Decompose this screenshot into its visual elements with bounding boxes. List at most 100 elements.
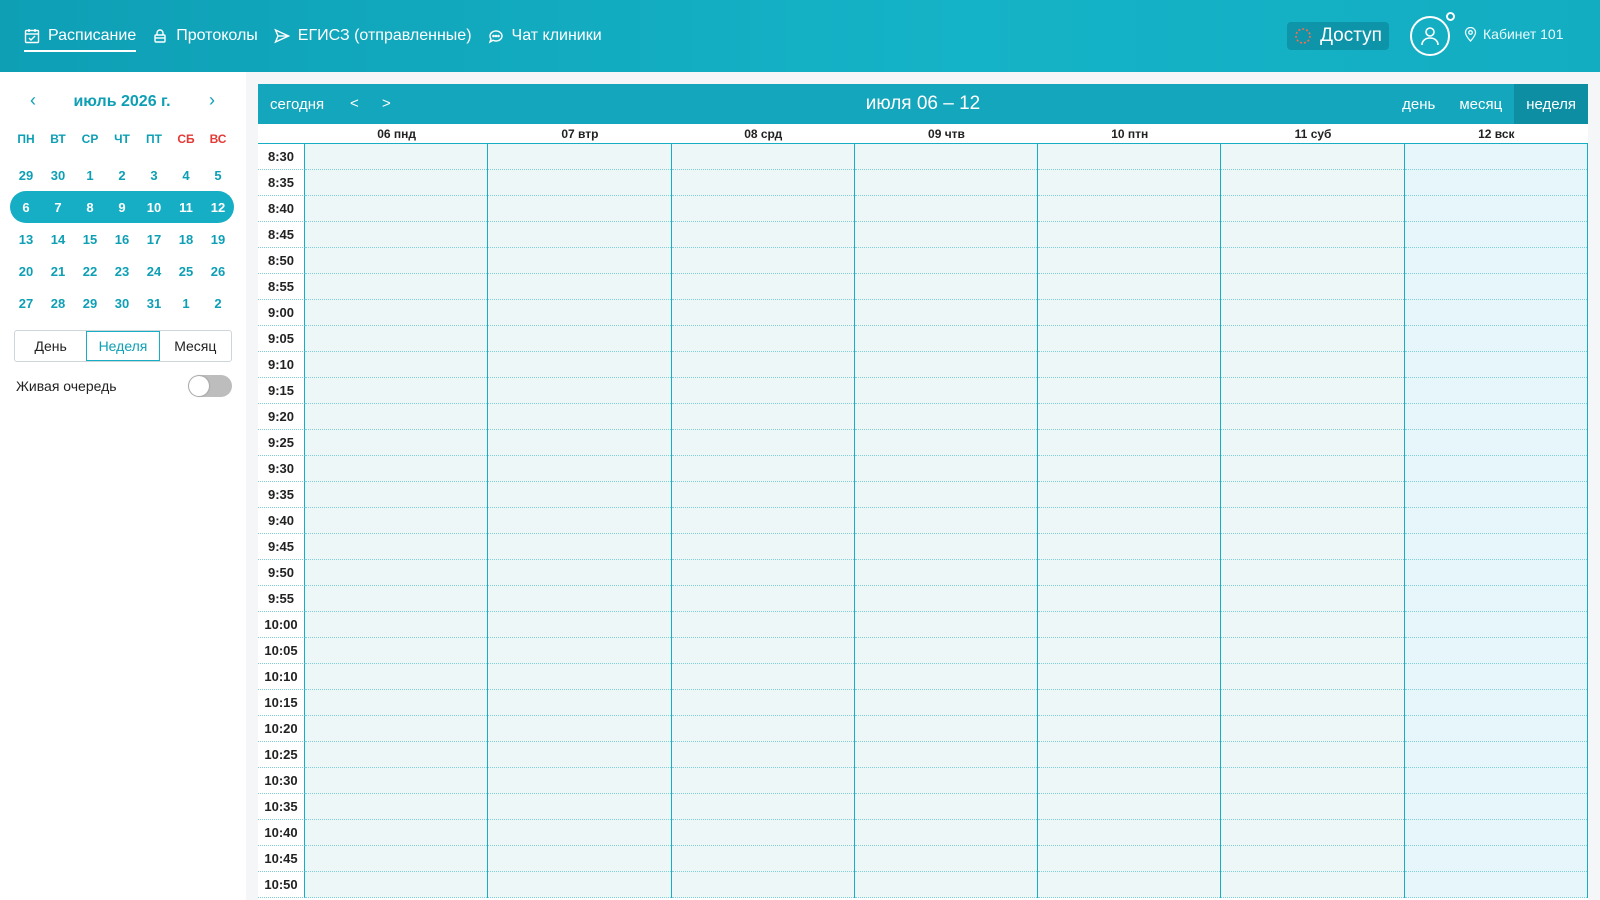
time-slot[interactable]	[671, 248, 854, 274]
time-slot[interactable]	[488, 768, 671, 794]
time-slot[interactable]	[305, 638, 488, 664]
time-slot[interactable]	[488, 144, 671, 170]
time-slot[interactable]	[1038, 742, 1221, 768]
time-slot[interactable]	[1404, 742, 1587, 768]
time-slot[interactable]	[305, 378, 488, 404]
mini-calendar-day[interactable]: 3	[138, 168, 170, 183]
time-slot[interactable]	[671, 300, 854, 326]
time-slot[interactable]	[488, 222, 671, 248]
time-slot[interactable]	[1404, 690, 1587, 716]
time-slot[interactable]	[1221, 274, 1404, 300]
mini-calendar-day[interactable]: 5	[202, 168, 234, 183]
time-slot[interactable]	[488, 638, 671, 664]
time-slot[interactable]	[671, 768, 854, 794]
time-slot[interactable]	[671, 716, 854, 742]
time-slot[interactable]	[1404, 560, 1587, 586]
time-slot[interactable]	[671, 794, 854, 820]
mini-calendar-prev-button[interactable]: ‹	[23, 90, 43, 111]
time-slot[interactable]	[854, 170, 1038, 196]
time-slot[interactable]	[671, 456, 854, 482]
time-slot[interactable]	[488, 846, 671, 872]
mini-calendar-day[interactable]: 10	[138, 200, 170, 215]
time-slot[interactable]	[671, 820, 854, 846]
time-slot[interactable]	[671, 638, 854, 664]
time-slot[interactable]	[671, 352, 854, 378]
time-slot[interactable]	[488, 456, 671, 482]
time-slot[interactable]	[305, 326, 488, 352]
time-slot[interactable]	[671, 508, 854, 534]
time-slot[interactable]	[1038, 144, 1221, 170]
time-slot[interactable]	[854, 846, 1038, 872]
time-slot[interactable]	[305, 274, 488, 300]
time-slot[interactable]	[1038, 664, 1221, 690]
time-slot[interactable]	[1404, 846, 1587, 872]
time-slot[interactable]	[488, 690, 671, 716]
time-slot[interactable]	[854, 378, 1038, 404]
time-slot[interactable]	[1221, 742, 1404, 768]
time-slot[interactable]	[305, 820, 488, 846]
time-slot[interactable]	[1038, 716, 1221, 742]
time-slot[interactable]	[671, 404, 854, 430]
mini-calendar-day[interactable]: 23	[106, 264, 138, 279]
time-slot[interactable]	[305, 846, 488, 872]
time-slot[interactable]	[1038, 846, 1221, 872]
time-slot[interactable]	[671, 612, 854, 638]
time-slot[interactable]	[1038, 586, 1221, 612]
time-slot[interactable]	[854, 560, 1038, 586]
time-slot[interactable]	[305, 716, 488, 742]
time-slot[interactable]	[671, 690, 854, 716]
time-slot[interactable]	[1221, 378, 1404, 404]
time-slot[interactable]	[305, 586, 488, 612]
time-slot[interactable]	[854, 586, 1038, 612]
location-selector[interactable]: Кабинет 101	[1463, 26, 1564, 42]
time-slot[interactable]	[1404, 326, 1587, 352]
time-slot[interactable]	[671, 586, 854, 612]
view-switch-option[interactable]: Месяц	[160, 331, 231, 361]
time-slot[interactable]	[305, 794, 488, 820]
time-slot[interactable]	[1221, 716, 1404, 742]
time-slot[interactable]	[671, 482, 854, 508]
live-queue-toggle[interactable]	[188, 375, 232, 397]
time-slot[interactable]	[488, 742, 671, 768]
time-slot[interactable]	[854, 144, 1038, 170]
nav-protocols[interactable]: Протоколы	[152, 20, 258, 52]
mini-calendar-day[interactable]: 19	[202, 232, 234, 247]
time-slot[interactable]	[305, 404, 488, 430]
time-slot[interactable]	[305, 248, 488, 274]
time-slot[interactable]	[854, 222, 1038, 248]
time-slot[interactable]	[1038, 352, 1221, 378]
mini-calendar-day[interactable]: 29	[74, 296, 106, 311]
time-slot[interactable]	[305, 612, 488, 638]
time-slot[interactable]	[488, 482, 671, 508]
time-slot[interactable]	[1221, 872, 1404, 898]
time-slot[interactable]	[305, 300, 488, 326]
time-slot[interactable]	[1404, 482, 1587, 508]
time-slot[interactable]	[1038, 378, 1221, 404]
prev-week-button[interactable]: <	[350, 95, 359, 112]
mini-calendar-day[interactable]: 29	[10, 168, 42, 183]
time-slot[interactable]	[488, 274, 671, 300]
time-slot[interactable]	[854, 534, 1038, 560]
time-slot[interactable]	[854, 768, 1038, 794]
time-slot[interactable]	[305, 742, 488, 768]
time-slot[interactable]	[305, 560, 488, 586]
time-slot[interactable]	[1404, 794, 1587, 820]
time-slot[interactable]	[1038, 612, 1221, 638]
time-slot[interactable]	[1038, 482, 1221, 508]
mini-calendar-day[interactable]: 1	[74, 168, 106, 183]
time-slot[interactable]	[1038, 872, 1221, 898]
time-slot[interactable]	[854, 508, 1038, 534]
time-slot[interactable]	[1221, 508, 1404, 534]
time-slot[interactable]	[1038, 326, 1221, 352]
time-slot[interactable]	[1404, 170, 1587, 196]
mini-calendar-day[interactable]: 30	[42, 168, 74, 183]
time-slot[interactable]	[488, 170, 671, 196]
time-slot[interactable]	[1038, 300, 1221, 326]
mini-calendar-day[interactable]: 30	[106, 296, 138, 311]
time-slot[interactable]	[305, 222, 488, 248]
time-slot[interactable]	[1404, 300, 1587, 326]
user-avatar[interactable]	[1410, 16, 1450, 56]
time-slot[interactable]	[305, 690, 488, 716]
time-slot[interactable]	[305, 482, 488, 508]
mini-calendar-day[interactable]: 16	[106, 232, 138, 247]
